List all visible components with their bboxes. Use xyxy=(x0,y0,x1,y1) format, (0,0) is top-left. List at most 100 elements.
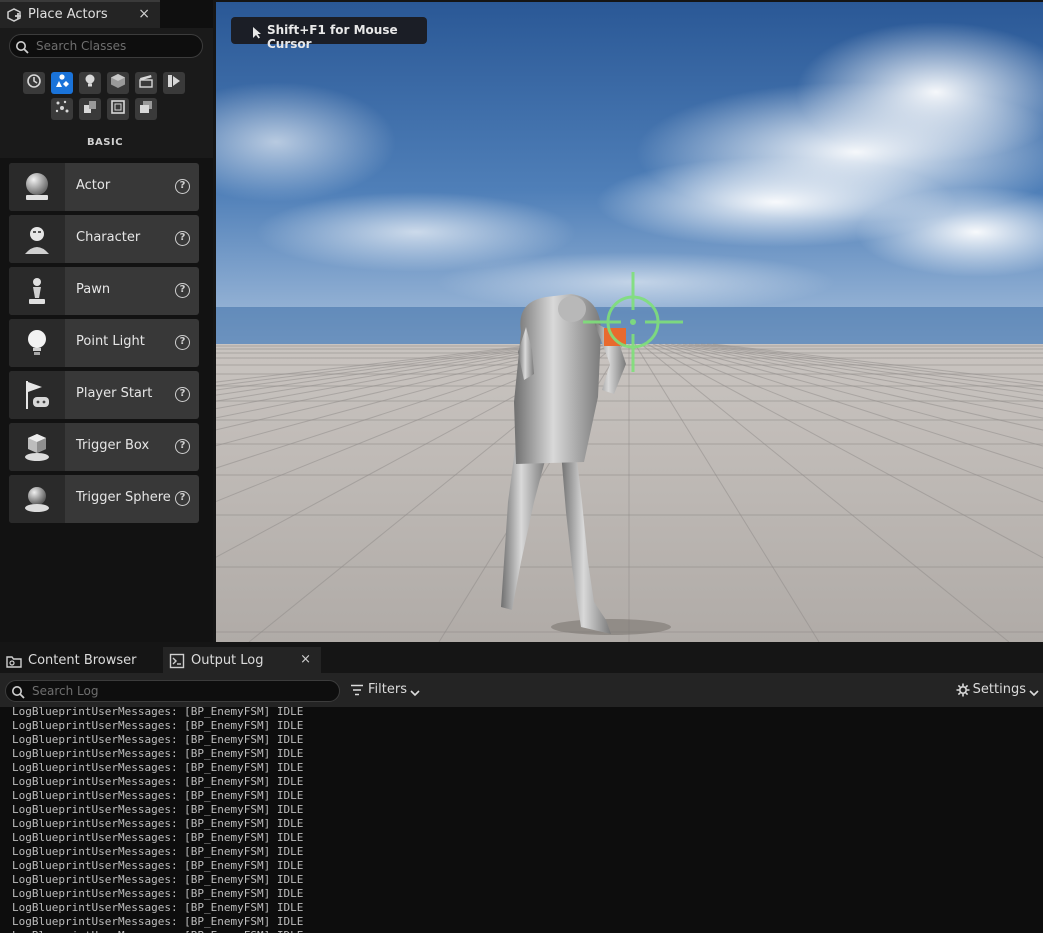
category-basic-button[interactable] xyxy=(51,72,73,94)
cinematic-icon xyxy=(138,73,154,93)
particles-icon xyxy=(54,99,70,119)
settings-label: Settings xyxy=(972,682,1026,697)
place-actors-tab-bar: Place Actors × xyxy=(0,0,213,28)
category-visual-effects-button[interactable] xyxy=(163,72,185,94)
cursor-hint-text: Shift+F1 for Mouse Cursor xyxy=(267,23,398,51)
cube-icon xyxy=(110,73,126,93)
output-log-icon xyxy=(169,653,185,669)
log-line: LogBlueprintUserMessages: [BP_EnemyFSM] … xyxy=(12,915,304,928)
actor-item-trigger-box[interactable]: Trigger Box ? xyxy=(9,423,199,471)
output-log-toolbar: Filters Settings xyxy=(0,673,1043,707)
search-classes-input[interactable] xyxy=(36,37,196,55)
log-line: LogBlueprintUserMessages: [BP_EnemyFSM] … xyxy=(12,873,304,886)
actor-item-trigger-sphere[interactable]: Trigger Sphere ? xyxy=(9,475,199,523)
trigger-sphere-icon xyxy=(9,475,65,523)
log-line: LogBlueprintUserMessages: [BP_EnemyFSM] … xyxy=(12,747,304,760)
actor-sphere-icon xyxy=(9,163,65,211)
pawn-icon xyxy=(9,267,65,315)
category-recent-button[interactable] xyxy=(23,72,45,94)
log-line: LogBlueprintUserMessages: [BP_EnemyFSM] … xyxy=(12,831,304,844)
trigger-box-icon xyxy=(9,423,65,471)
recent-icon xyxy=(26,73,42,93)
search-log-field[interactable] xyxy=(5,680,340,702)
geometry-icon xyxy=(82,99,98,119)
search-log-input[interactable] xyxy=(32,683,332,699)
log-line: LogBlueprintUserMessages: [BP_EnemyFSM] … xyxy=(12,845,304,858)
actor-item-label: Pawn xyxy=(76,282,111,297)
actor-item-label: Point Light xyxy=(76,334,145,349)
level-viewport[interactable]: Shift+F1 for Mouse Cursor xyxy=(216,2,1043,642)
actor-item-player-start[interactable]: Player Start ? xyxy=(9,371,199,419)
tab-place-actors[interactable]: Place Actors × xyxy=(0,0,160,28)
mouse-cursor-hint: Shift+F1 for Mouse Cursor xyxy=(231,17,427,51)
category-geometry-button[interactable] xyxy=(79,98,101,120)
log-line: LogBlueprintUserMessages: [BP_EnemyFSM] … xyxy=(12,887,304,900)
filters-button[interactable]: Filters xyxy=(350,682,420,700)
place-actors-icon xyxy=(6,7,22,23)
help-icon[interactable]: ? xyxy=(175,439,190,454)
settings-button[interactable]: Settings xyxy=(956,682,1039,700)
bottom-tab-bar: Content Browser Output Log × xyxy=(0,645,1043,673)
log-line: LogBlueprintUserMessages: [BP_EnemyFSM] … xyxy=(12,803,304,816)
tab-label: Content Browser xyxy=(28,653,137,668)
help-icon[interactable]: ? xyxy=(175,231,190,246)
search-icon xyxy=(15,39,29,54)
category-lights-button[interactable] xyxy=(79,72,101,94)
actor-item-label: Trigger Box xyxy=(76,438,150,453)
category-label: BASIC xyxy=(86,137,124,148)
point-light-icon xyxy=(9,319,65,367)
tab-label: Output Log xyxy=(191,653,264,668)
category-volumes-button[interactable] xyxy=(107,98,129,120)
log-line: LogBlueprintUserMessages: [BP_EnemyFSM] … xyxy=(12,707,304,718)
actor-item-label: Actor xyxy=(76,178,111,193)
log-line: LogBlueprintUserMessages: [BP_EnemyFSM] … xyxy=(12,719,304,732)
close-icon[interactable]: × xyxy=(138,6,150,22)
category-cinematic-button[interactable] xyxy=(135,72,157,94)
help-icon[interactable]: ? xyxy=(175,179,190,194)
output-log-area[interactable]: LogBlueprintUserMessages: [BP_EnemyFSM] … xyxy=(0,707,1043,933)
log-lines: LogBlueprintUserMessages: [BP_EnemyFSM] … xyxy=(12,707,303,933)
actor-item-label: Player Start xyxy=(76,386,153,401)
tab-content-browser[interactable]: Content Browser xyxy=(0,647,160,673)
actor-item-label: Character xyxy=(76,230,141,245)
log-line: LogBlueprintUserMessages: [BP_EnemyFSM] … xyxy=(12,761,304,774)
actor-item-character[interactable]: Character ? xyxy=(9,215,199,263)
category-all-classes-button[interactable] xyxy=(135,98,157,120)
viewport-scene xyxy=(216,2,1043,642)
actor-item-pawn[interactable]: Pawn ? xyxy=(9,267,199,315)
actor-item-point-light[interactable]: Point Light ? xyxy=(9,319,199,367)
search-classes-field[interactable] xyxy=(9,34,203,58)
log-line: LogBlueprintUserMessages: [BP_EnemyFSM] … xyxy=(12,859,304,872)
chevron-down-icon xyxy=(410,686,420,696)
filter-icon xyxy=(350,684,364,696)
actor-item-label: Trigger Sphere xyxy=(76,490,171,505)
all-classes-icon xyxy=(138,99,154,119)
help-icon[interactable]: ? xyxy=(175,491,190,506)
log-line: LogBlueprintUserMessages: [BP_EnemyFSM] … xyxy=(12,789,304,802)
player-start-icon xyxy=(9,371,65,419)
log-line: LogBlueprintUserMessages: [BP_EnemyFSM] … xyxy=(12,733,304,746)
cursor-arrow-icon xyxy=(251,24,263,39)
visual-effects-icon xyxy=(166,73,182,93)
character-icon xyxy=(9,215,65,263)
light-icon xyxy=(82,73,98,93)
filters-label: Filters xyxy=(368,682,407,697)
chevron-down-icon xyxy=(1029,686,1039,696)
content-browser-icon xyxy=(6,653,22,669)
tab-label: Place Actors xyxy=(28,7,108,22)
search-icon xyxy=(11,684,25,699)
gear-icon xyxy=(956,683,970,697)
basic-shapes-icon xyxy=(54,73,70,93)
help-icon[interactable]: ? xyxy=(175,283,190,298)
close-icon[interactable]: × xyxy=(300,652,311,667)
category-shapes-button[interactable] xyxy=(107,72,129,94)
log-line: LogBlueprintUserMessages: [BP_EnemyFSM] … xyxy=(12,929,303,933)
help-icon[interactable]: ? xyxy=(175,335,190,350)
log-line: LogBlueprintUserMessages: [BP_EnemyFSM] … xyxy=(12,817,304,830)
place-actors-panel: Place Actors × BASIC xyxy=(0,0,213,642)
actor-item-actor[interactable]: Actor ? xyxy=(9,163,199,211)
help-icon[interactable]: ? xyxy=(175,387,190,402)
log-line: LogBlueprintUserMessages: [BP_EnemyFSM] … xyxy=(12,775,304,788)
category-particles-button[interactable] xyxy=(51,98,73,120)
tab-output-log[interactable]: Output Log × xyxy=(163,647,321,673)
